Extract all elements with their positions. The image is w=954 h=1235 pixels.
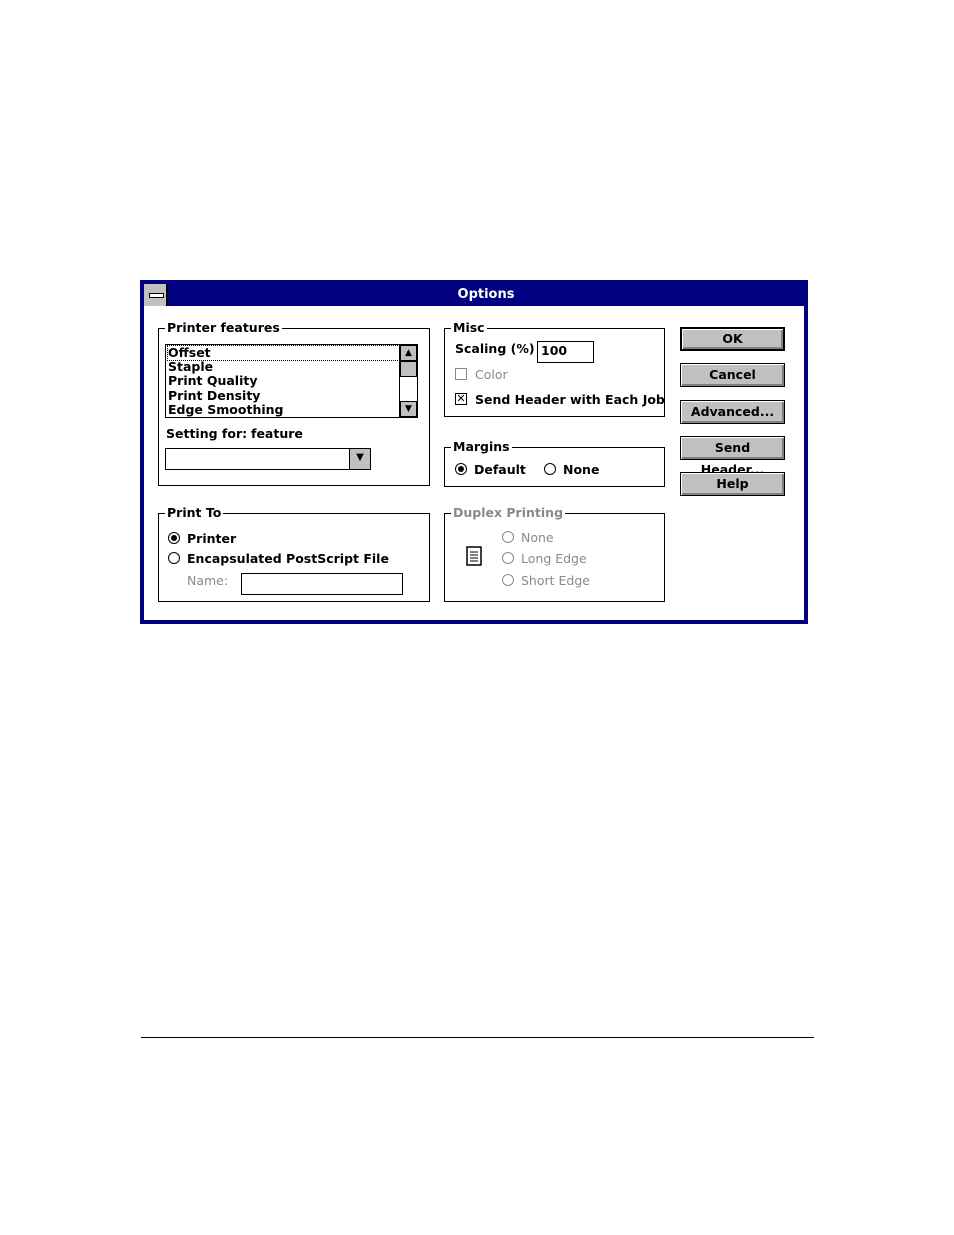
radio-printer-label[interactable]: Printer xyxy=(187,531,236,546)
send-header-checkbox[interactable]: ✕ xyxy=(455,393,467,405)
scaling-input[interactable]: 100 xyxy=(537,341,594,363)
radio-duplex-long-edge[interactable] xyxy=(502,552,514,564)
margins-label: Margins xyxy=(451,439,512,455)
setting-for-value: feature xyxy=(251,426,303,441)
dialog-client-area: Printer features Offset Staple Print Qua… xyxy=(144,306,804,620)
scroll-up-icon[interactable]: ▲ xyxy=(400,345,417,361)
title-bar[interactable]: Options xyxy=(144,284,804,306)
radio-duplex-none-label: None xyxy=(521,530,554,545)
advanced-button[interactable]: Advanced... xyxy=(680,400,785,424)
radio-printer[interactable] xyxy=(168,532,180,544)
radio-eps-file[interactable] xyxy=(168,552,180,564)
page-icon xyxy=(466,546,482,566)
options-dialog: Options Printer features Offset Staple P… xyxy=(140,280,808,624)
cancel-button[interactable]: Cancel xyxy=(680,363,785,387)
name-input[interactable] xyxy=(241,573,403,595)
list-item-staple[interactable]: Staple xyxy=(168,360,213,374)
list-item-print-density[interactable]: Print Density xyxy=(168,389,260,403)
list-item-print-quality[interactable]: Print Quality xyxy=(168,374,258,388)
setting-for-label: Setting for: xyxy=(166,426,248,441)
scaling-label: Scaling (%) xyxy=(455,341,535,356)
printer-features-listbox[interactable]: Offset Staple Print Quality Print Densit… xyxy=(165,344,418,418)
scroll-down-icon[interactable]: ▼ xyxy=(400,401,417,417)
list-item-offset[interactable]: Offset xyxy=(167,345,416,361)
send-header-button[interactable]: Send Header... xyxy=(680,436,785,477)
name-label: Name: xyxy=(187,573,229,588)
misc-label: Misc xyxy=(451,320,487,336)
print-to-label: Print To xyxy=(165,505,224,521)
radio-margins-none[interactable] xyxy=(544,463,556,475)
list-scrollbar[interactable]: ▲ ▼ xyxy=(399,345,417,417)
help-button[interactable]: Help xyxy=(680,472,785,496)
send-header-label[interactable]: Send Header with Each Job xyxy=(475,392,665,407)
ok-button[interactable]: OK xyxy=(680,327,785,351)
color-label: Color xyxy=(475,367,508,382)
dialog-title: Options xyxy=(457,287,515,302)
radio-margins-default[interactable] xyxy=(455,463,467,475)
system-menu-button[interactable] xyxy=(144,284,168,306)
system-menu-icon xyxy=(149,293,164,298)
printer-features-label: Printer features xyxy=(165,320,282,336)
duplex-label: Duplex Printing xyxy=(451,505,566,521)
radio-margins-default-label[interactable]: Default xyxy=(474,462,526,477)
page-divider xyxy=(141,1037,814,1038)
radio-duplex-none[interactable] xyxy=(502,531,514,543)
combobox-dropdown-icon[interactable]: ▼ xyxy=(349,449,370,469)
radio-duplex-short-edge[interactable] xyxy=(502,574,514,586)
scroll-thumb[interactable] xyxy=(400,361,417,377)
radio-duplex-short-edge-label: Short Edge xyxy=(521,573,590,588)
color-checkbox[interactable] xyxy=(455,368,467,380)
radio-eps-file-label[interactable]: Encapsulated PostScript File xyxy=(187,551,389,566)
list-item-edge-smoothing[interactable]: Edge Smoothing xyxy=(168,403,283,417)
setting-combobox[interactable]: ▼ xyxy=(165,448,371,470)
radio-duplex-long-edge-label: Long Edge xyxy=(521,551,587,566)
radio-margins-none-label[interactable]: None xyxy=(563,462,599,477)
